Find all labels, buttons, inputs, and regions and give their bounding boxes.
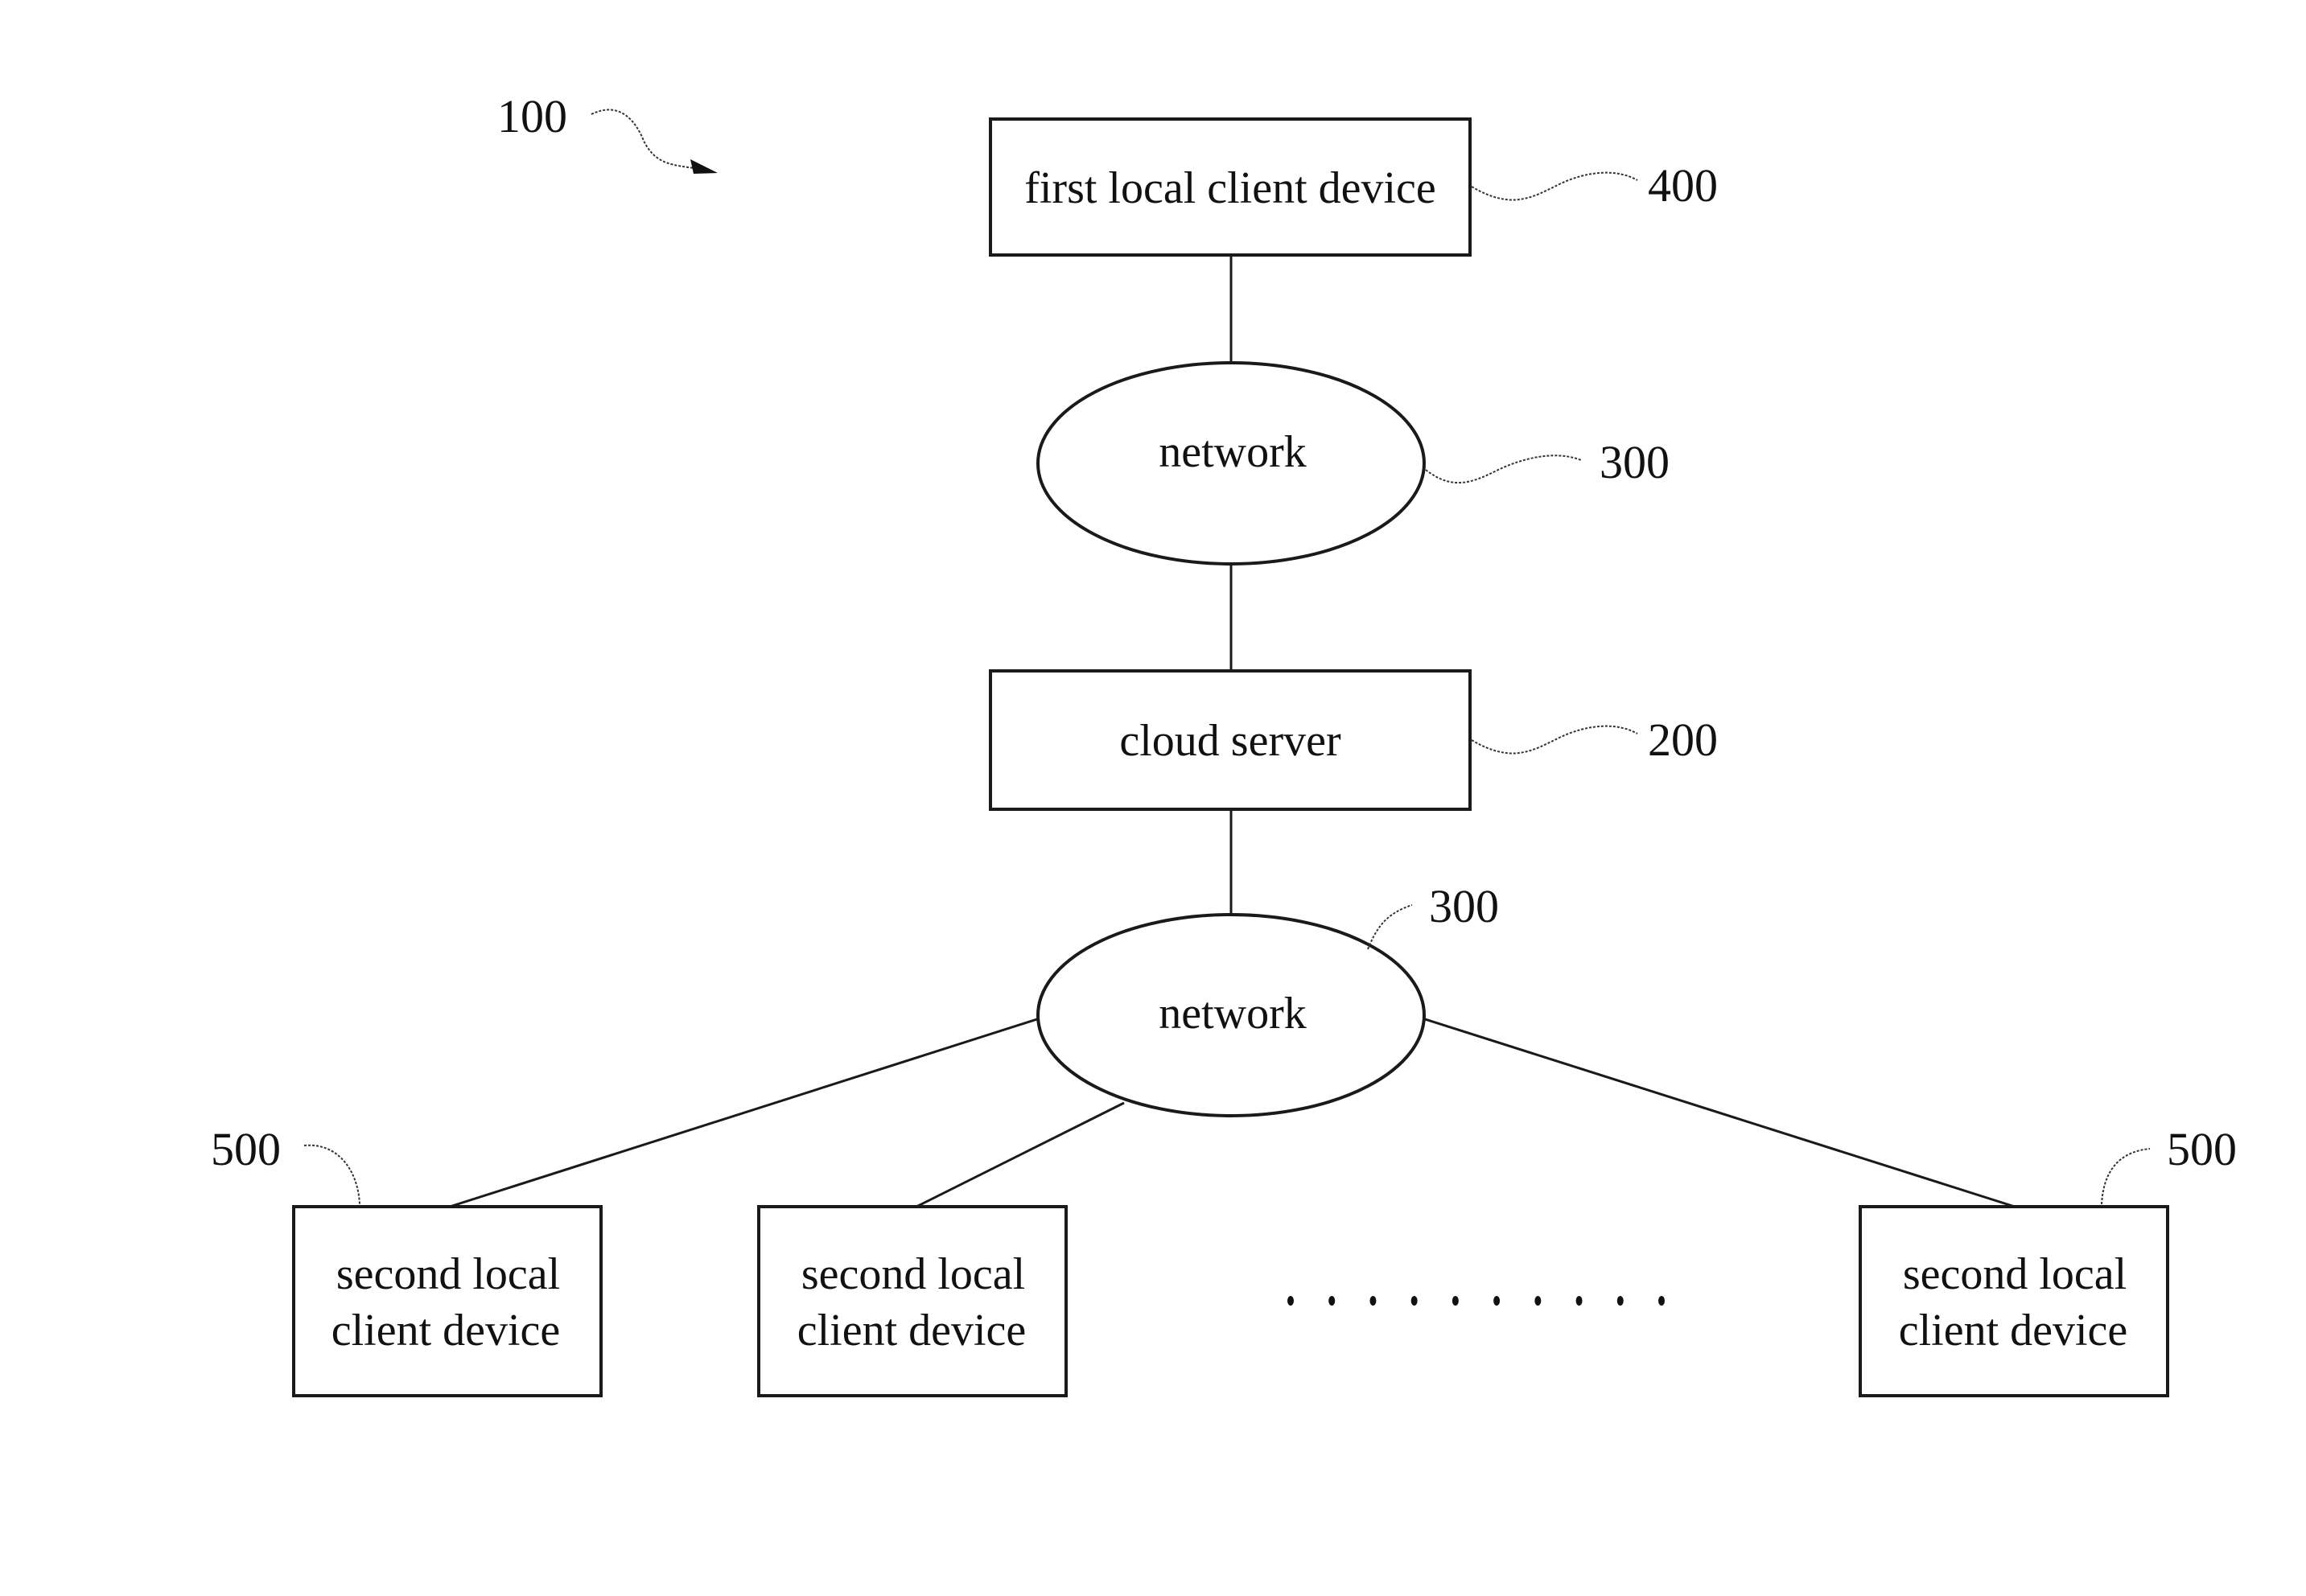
- second-client-3-line2: client device: [1899, 1306, 2128, 1355]
- ellipsis-dot: [1493, 1296, 1501, 1306]
- ref-500-right-leader: [2101, 1148, 2151, 1205]
- second-client-2-line1: second local: [801, 1249, 1025, 1299]
- ref-500-left-label: 500: [211, 1123, 281, 1175]
- ref-400-label: 400: [1648, 159, 1718, 212]
- system-ref-arrowhead: [690, 159, 718, 174]
- second-local-client-device-3: second local client device: [1859, 1205, 2169, 1397]
- ellipsis-dot: [1369, 1296, 1377, 1306]
- second-client-1-line1: second local: [336, 1249, 560, 1299]
- ellipsis-dot: [1616, 1296, 1624, 1306]
- second-local-client-device-1: second local client device: [292, 1205, 603, 1397]
- ref-500-right-label: 500: [2167, 1123, 2237, 1175]
- ref-300-top-leader: [1425, 455, 1582, 484]
- ref-300-bottom-label: 300: [1429, 880, 1499, 932]
- ref-200-leader: [1471, 725, 1638, 755]
- ellipsis-dot: [1658, 1296, 1665, 1306]
- ellipsis-dot: [1575, 1296, 1583, 1306]
- network-top: network: [1036, 361, 1426, 566]
- ellipsis-dot: [1534, 1296, 1542, 1306]
- second-client-1-line2: client device: [331, 1306, 561, 1355]
- more-devices-ellipsis: [1287, 1296, 1665, 1306]
- cloud-server-label: cloud server: [1119, 716, 1341, 766]
- network-bottom-label: network: [1159, 989, 1307, 1039]
- ref-200-label: 200: [1648, 714, 1718, 766]
- second-local-client-device-2: second local client device: [757, 1205, 1068, 1397]
- edge-network-to-second-client-3: [1422, 1017, 2016, 1208]
- ref-300-bottom-leader: [1367, 904, 1413, 950]
- ellipsis-dot: [1410, 1296, 1418, 1306]
- second-client-3-line1: second local: [1903, 1249, 2127, 1299]
- second-client-2-line2: client device: [797, 1306, 1027, 1355]
- ref-400-leader: [1471, 171, 1638, 201]
- first-local-client-device: first local client device: [989, 117, 1472, 257]
- ref-500-left-leader: [303, 1144, 360, 1205]
- edge-network-to-second-client-1: [449, 1017, 1040, 1208]
- first-local-client-device-label: first local client device: [1024, 163, 1436, 213]
- system-ref-label: 100: [497, 90, 567, 142]
- system-diagram: 100 first local client device 400 networ…: [211, 90, 2237, 1397]
- system-ref-leader: [591, 109, 701, 170]
- ellipsis-dot: [1452, 1296, 1459, 1306]
- cloud-server: cloud server: [989, 669, 1472, 811]
- edge-network-to-second-client-2: [916, 1101, 1125, 1208]
- ref-300-top-label: 300: [1600, 436, 1670, 488]
- ellipsis-dot: [1287, 1296, 1294, 1306]
- network-bottom: network: [1036, 913, 1426, 1117]
- ellipsis-dot: [1328, 1296, 1336, 1306]
- network-top-label: network: [1159, 427, 1307, 477]
